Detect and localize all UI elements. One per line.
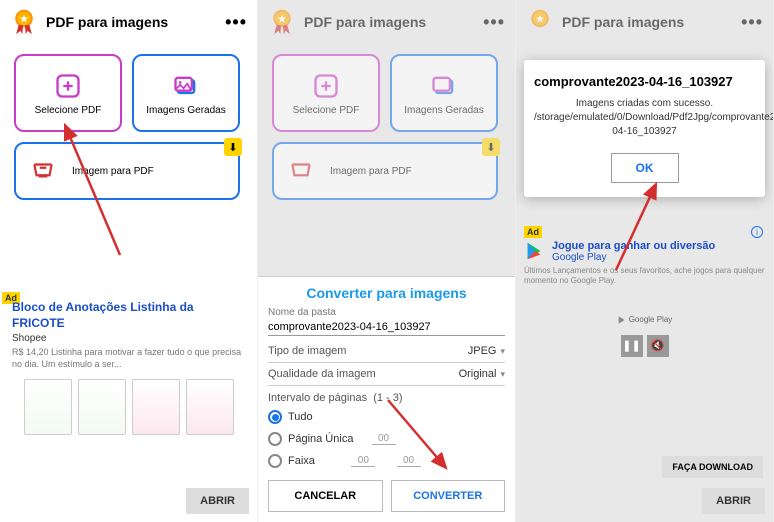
image-quality-row[interactable]: Qualidade da imagem Original▾ xyxy=(268,363,505,386)
convert-button[interactable]: CONVERTER xyxy=(391,480,506,512)
app-header: PDF para imagens ••• xyxy=(0,0,257,44)
row-label: Tipo de imagem xyxy=(268,345,346,357)
thumbnail xyxy=(132,379,180,435)
ok-button[interactable]: OK xyxy=(611,153,679,183)
dialog-title: comprovante2023-04-16_103927 xyxy=(534,74,755,89)
thumbnail xyxy=(78,379,126,435)
ad-open-button[interactable]: ABRIR xyxy=(702,488,765,514)
tile-label: Selecione PDF xyxy=(35,105,102,116)
tile-image-to-pdf[interactable]: Imagem para PDF ⬇ xyxy=(14,142,240,200)
tile-label: Imagem para PDF xyxy=(72,166,154,177)
range-hint: (1 - 3) xyxy=(373,392,402,404)
caret-down-icon: ▾ xyxy=(500,369,505,380)
app-title: PDF para imagens xyxy=(304,14,475,30)
app-header: PDF para imagens ••• xyxy=(516,0,773,44)
folder-input[interactable]: comprovante2023-04-16_103927 xyxy=(268,318,505,336)
page-to-input[interactable]: 00 xyxy=(397,455,421,467)
ad-subtitle: Google Play xyxy=(552,252,715,263)
screen-success-dialog: PDF para imagens ••• comprovante2023-04-… xyxy=(516,0,774,522)
convert-sheet: Converter para imagens Nome da pasta com… xyxy=(258,276,515,522)
tile-image-to-pdf: Imagem para PDF⬇ xyxy=(272,142,498,200)
download-button[interactable]: FAÇA DOWNLOAD xyxy=(662,456,763,478)
tile-select-pdf: Selecione PDF xyxy=(272,54,380,132)
sheet-title: Converter para imagens xyxy=(268,285,505,301)
caret-down-icon: ▾ xyxy=(500,346,505,357)
menu-icon[interactable]: ••• xyxy=(483,12,505,33)
cancel-button[interactable]: CANCELAR xyxy=(268,480,383,512)
plus-icon xyxy=(53,71,83,101)
ad-title: Jogue para ganhar ou diversão xyxy=(552,240,715,252)
download-badge-icon: ⬇ xyxy=(224,138,242,156)
tile-generated-images: Imagens Geradas xyxy=(390,54,498,132)
award-icon xyxy=(526,8,554,36)
screen-main: PDF para imagens ••• Selecione PDF Image… xyxy=(0,0,258,522)
ad-description: Últimos Lançamentos e os seus favoritos,… xyxy=(524,266,765,287)
info-icon[interactable]: i xyxy=(751,226,763,238)
google-play-label: Google Play xyxy=(617,315,673,325)
folder-label: Nome da pasta xyxy=(268,307,505,318)
menu-icon[interactable]: ••• xyxy=(741,12,763,33)
ad-block[interactable]: Bloco de Anotações Listinha da FRICOTE S… xyxy=(12,300,245,435)
app-title: PDF para imagens xyxy=(562,14,733,30)
mute-icon[interactable]: 🔇 xyxy=(647,335,669,357)
success-dialog: comprovante2023-04-16_103927 Imagens cri… xyxy=(524,60,765,197)
app-header: PDF para imagens ••• xyxy=(258,0,515,44)
menu-icon[interactable]: ••• xyxy=(225,12,247,33)
tile-label: Imagens Geradas xyxy=(146,105,226,116)
download-badge-icon: ⬇ xyxy=(482,138,500,156)
thumbnail xyxy=(24,379,72,435)
ad-open-button[interactable]: ABRIR xyxy=(186,488,249,514)
ad-thumbnails xyxy=(12,379,245,435)
row-label: Qualidade da imagem xyxy=(268,368,376,380)
page-input[interactable]: 00 xyxy=(372,433,396,445)
app-title: PDF para imagens xyxy=(46,14,217,30)
image-type-row[interactable]: Tipo de imagem JPEG▾ xyxy=(268,340,505,363)
ad-source: Shopee xyxy=(12,333,245,344)
thumbnail xyxy=(186,379,234,435)
radio-range[interactable]: Faixa 00 00 xyxy=(268,450,505,472)
tile-grid: Selecione PDF Imagens Geradas Imagem par… xyxy=(0,44,257,210)
screen-convert-dialog: PDF para imagens ••• Selecione PDF Image… xyxy=(258,0,516,522)
ad-title: Bloco de Anotações Listinha da FRICOTE xyxy=(12,300,245,331)
tile-grid: Selecione PDF Imagens Geradas Imagem par… xyxy=(258,44,515,210)
radio-all[interactable]: Tudo xyxy=(268,406,505,428)
range-label: Intervalo de páginas xyxy=(268,392,367,404)
award-icon xyxy=(268,8,296,36)
ad-description: R$ 14,20 Listinha para motivar a fazer t… xyxy=(12,347,245,370)
dialog-message: Imagens criadas com sucesso. xyxy=(534,97,755,111)
award-icon xyxy=(10,8,38,36)
images-icon xyxy=(171,71,201,101)
pause-icon[interactable]: ❚❚ xyxy=(621,335,643,357)
tile-select-pdf[interactable]: Selecione PDF xyxy=(14,54,122,132)
tile-generated-images[interactable]: Imagens Geradas xyxy=(132,54,240,132)
ad-block[interactable]: Jogue para ganhar ou diversão Google Pla… xyxy=(524,240,765,357)
page-from-input[interactable]: 00 xyxy=(351,455,375,467)
scanner-icon xyxy=(28,156,58,186)
radio-single[interactable]: Página Única 00 xyxy=(268,428,505,450)
google-play-icon xyxy=(524,240,546,262)
dialog-path: /storage/emulated/0/Download/Pdf2Jpg/com… xyxy=(534,111,755,139)
ad-badge: Ad xyxy=(524,226,542,238)
